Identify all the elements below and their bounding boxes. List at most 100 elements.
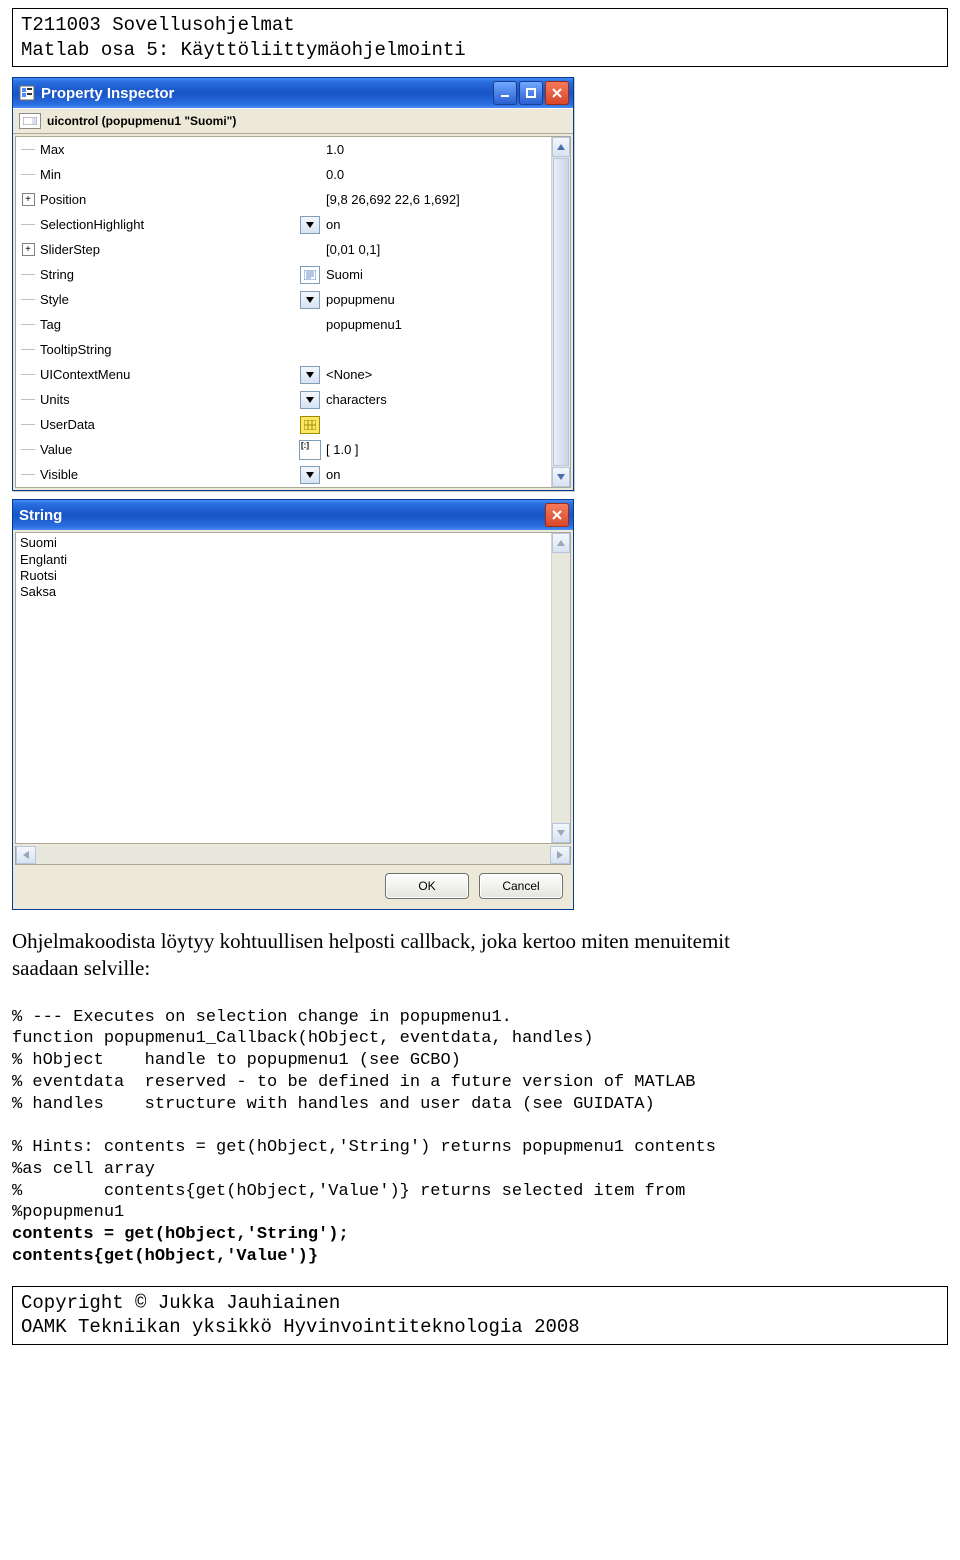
- minimize-button[interactable]: [493, 81, 517, 105]
- code-l5: % handles structure with handles and use…: [12, 1095, 655, 1114]
- expand-icon[interactable]: +: [22, 193, 35, 206]
- tree-line-icon: [21, 424, 35, 425]
- property-row[interactable]: +SliderStep [0,01 0,1]: [16, 237, 551, 262]
- window-title: Property Inspector: [41, 85, 174, 102]
- property-value[interactable]: on: [322, 467, 551, 482]
- footer-line2: OAMK Tekniikan yksikkö Hyvinvointiteknol…: [21, 1315, 939, 1340]
- property-row[interactable]: Max 1.0: [16, 137, 551, 162]
- code-l12: contents{get(hObject,'Value')}: [12, 1247, 318, 1266]
- string-editor-window: String Suomi Englanti Ruotsi Saksa OK Ca: [12, 499, 574, 910]
- scroll-up-button[interactable]: [552, 137, 570, 157]
- string-scroll-up[interactable]: [552, 533, 570, 553]
- property-value[interactable]: characters: [322, 392, 551, 407]
- property-row[interactable]: Unitscharacters: [16, 387, 551, 412]
- dropdown-icon[interactable]: [300, 216, 320, 234]
- property-row[interactable]: Min 0.0: [16, 162, 551, 187]
- code-l10: %popupmenu1: [12, 1203, 124, 1222]
- property-row[interactable]: +Position [9,8 26,692 22,6 1,692]: [16, 187, 551, 212]
- close-button[interactable]: [545, 81, 569, 105]
- header-box: T211003 Sovellusohjelmat Matlab osa 5: K…: [12, 8, 948, 67]
- string-scroll-down[interactable]: [552, 823, 570, 843]
- property-name: UIContextMenu: [38, 367, 130, 382]
- property-name: Max: [38, 142, 65, 157]
- matrix-icon[interactable]: [:]: [299, 440, 321, 460]
- cancel-button[interactable]: Cancel: [479, 873, 563, 899]
- window-icon: [19, 85, 35, 101]
- dropdown-icon[interactable]: [300, 366, 320, 384]
- property-name: Position: [38, 192, 86, 207]
- maximize-button[interactable]: [519, 81, 543, 105]
- scroll-thumb[interactable]: [553, 158, 569, 466]
- ok-button[interactable]: OK: [385, 873, 469, 899]
- code-l2: function popupmenu1_Callback(hObject, ev…: [12, 1029, 594, 1048]
- tree-line-icon: [21, 149, 35, 150]
- dropdown-icon[interactable]: [300, 391, 320, 409]
- tree-line-icon: [21, 274, 35, 275]
- tree-line-icon: [21, 399, 35, 400]
- code-l4: % eventdata reserved - to be defined in …: [12, 1073, 696, 1092]
- object-label: uicontrol (popupmenu1 "Suomi"): [47, 114, 236, 128]
- string-textarea[interactable]: Suomi Englanti Ruotsi Saksa: [16, 533, 551, 843]
- tree-line-icon: [21, 349, 35, 350]
- uicontrol-icon: [19, 113, 41, 129]
- footer-line1: Copyright © Jukka Jauhiainen: [21, 1291, 939, 1316]
- property-value[interactable]: Suomi: [322, 267, 551, 282]
- code-l9: % contents{get(hObject,'Value')} returns…: [12, 1182, 685, 1201]
- property-value[interactable]: [ 1.0 ]: [322, 442, 551, 457]
- tree-line-icon: [21, 174, 35, 175]
- property-value[interactable]: <None>: [322, 367, 551, 382]
- string-scroll-left[interactable]: [16, 846, 36, 864]
- vertical-scrollbar[interactable]: [551, 137, 570, 487]
- property-row[interactable]: Tagpopupmenu1: [16, 312, 551, 337]
- property-name: Value: [38, 442, 72, 457]
- property-row[interactable]: UIContextMenu <None>: [16, 362, 551, 387]
- tree-line-icon: [21, 324, 35, 325]
- property-value[interactable]: on: [322, 217, 551, 232]
- string-vertical-scrollbar[interactable]: [551, 533, 570, 843]
- property-row[interactable]: Value [:][ 1.0 ]: [16, 437, 551, 462]
- tree-line-icon: [21, 474, 35, 475]
- paragraph-line2: saadaan selville:: [12, 955, 948, 981]
- object-bar: uicontrol (popupmenu1 "Suomi"): [13, 108, 573, 134]
- tree-line-icon: [21, 374, 35, 375]
- property-row[interactable]: SelectionHighlight on: [16, 212, 551, 237]
- dropdown-icon[interactable]: [300, 466, 320, 484]
- code-l1: % --- Executes on selection change in po…: [12, 1008, 512, 1027]
- property-value[interactable]: popupmenu1: [322, 317, 551, 332]
- property-value[interactable]: 1.0: [322, 142, 551, 157]
- property-row[interactable]: TooltipString: [16, 337, 551, 362]
- footer-box: Copyright © Jukka Jauhiainen OAMK Teknii…: [12, 1286, 948, 1345]
- property-value[interactable]: popupmenu: [322, 292, 551, 307]
- property-grid[interactable]: Max1.0Min0.0+Position[9,8 26,692 22,6 1,…: [16, 137, 551, 487]
- property-name: TooltipString: [38, 342, 112, 357]
- window-buttons: [493, 81, 569, 105]
- property-row[interactable]: String Suomi: [16, 262, 551, 287]
- property-name: UserData: [38, 417, 95, 432]
- property-name: String: [38, 267, 74, 282]
- property-name: Visible: [38, 467, 78, 482]
- property-row[interactable]: UserData: [16, 412, 551, 437]
- property-value[interactable]: 0.0: [322, 167, 551, 182]
- code-block: % --- Executes on selection change in po…: [12, 985, 948, 1268]
- string-scroll-right[interactable]: [550, 846, 570, 864]
- grid-icon[interactable]: [300, 416, 320, 434]
- string-close-button[interactable]: [545, 503, 569, 527]
- property-value[interactable]: [9,8 26,692 22,6 1,692]: [322, 192, 551, 207]
- property-row[interactable]: Visible on: [16, 462, 551, 487]
- paragraph-line1: Ohjelmakoodista löytyy kohtuullisen help…: [12, 928, 948, 954]
- tree-line-icon: [21, 224, 35, 225]
- scroll-down-button[interactable]: [552, 467, 570, 487]
- expand-icon[interactable]: +: [22, 243, 35, 256]
- property-value[interactable]: [0,01 0,1]: [322, 242, 551, 257]
- edit-icon[interactable]: [300, 266, 320, 284]
- titlebar[interactable]: Property Inspector: [13, 78, 573, 108]
- property-name: SliderStep: [38, 242, 100, 257]
- property-name: SelectionHighlight: [38, 217, 144, 232]
- tree-line-icon: [21, 299, 35, 300]
- property-name: Min: [38, 167, 61, 182]
- string-window-title: String: [19, 507, 62, 524]
- dropdown-icon[interactable]: [300, 291, 320, 309]
- property-row[interactable]: Stylepopupmenu: [16, 287, 551, 312]
- string-horizontal-scrollbar[interactable]: [15, 846, 571, 865]
- string-titlebar[interactable]: String: [13, 500, 573, 530]
